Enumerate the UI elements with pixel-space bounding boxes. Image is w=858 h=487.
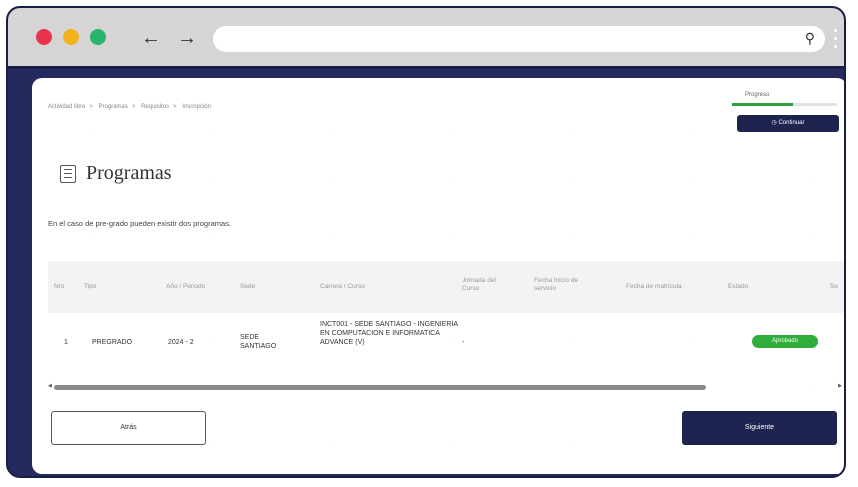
scroll-right-icon[interactable]: ▶ (838, 383, 842, 389)
page-content: Actividad libre > Programas > Requisitos > … (32, 78, 844, 474)
column-header: Año / Periodo (166, 283, 206, 290)
browser-toolbar: ← → ⚲ (8, 8, 844, 69)
maximize-window-dot[interactable] (90, 29, 106, 45)
breadcrumb-item[interactable]: Actividad libre (48, 104, 85, 110)
column-header: Nro (54, 283, 65, 290)
scroll-left-icon[interactable]: ◀ (48, 383, 52, 389)
column-header: Sede (240, 283, 256, 290)
status-badge: Aprobado (752, 335, 818, 348)
column-header: Fecha de matrícula (626, 283, 682, 290)
search-icon[interactable]: ⚲ (805, 30, 815, 47)
intro-text: En el caso de pre-grado pueden existir d… (48, 219, 232, 228)
cell-carrera: INCT001 - SEDE SANTIAGO - INGENIERIA EN … (320, 321, 458, 346)
column-header: Se (830, 283, 838, 290)
cell-nro: 1 (64, 339, 68, 346)
column-header: Jornada del Curso (462, 277, 496, 292)
table-header: Nro Tipo Año / Periodo Sede Carrera / Cu… (48, 261, 844, 313)
column-header: Carrera / Curso (320, 283, 365, 290)
breadcrumb-item[interactable]: Inscripción (182, 104, 211, 110)
progress-fill (732, 103, 793, 106)
browser-window: ← → ⚲ Actividad libre > Programas > Requis… (6, 6, 846, 478)
clock-icon: ◷ (771, 120, 777, 126)
table-row[interactable]: 1 PREGRADO 2024 - 2 SEDE SANTIAGO INCT00… (48, 316, 844, 374)
continue-button-label: Continuar (778, 120, 805, 126)
cell-periodo: 2024 - 2 (168, 339, 194, 346)
scrollbar-thumb[interactable] (54, 385, 706, 390)
cell-sede: SEDE SANTIAGO (240, 334, 277, 350)
breadcrumb: Actividad libre > Programas > Requisitos > … (48, 104, 211, 110)
address-bar[interactable]: ⚲ (213, 26, 825, 52)
continue-button[interactable]: ◷ Continuar (737, 115, 839, 132)
column-header: Tipo (84, 283, 97, 290)
cell-jornada: - (462, 339, 465, 346)
progress-bar (732, 103, 837, 106)
next-button[interactable]: Siguiente (682, 411, 837, 445)
title-row: Programas (60, 162, 172, 185)
horizontal-scrollbar[interactable]: ◀ ▶ (48, 383, 842, 390)
browser-menu-icon[interactable] (834, 24, 838, 54)
arrow-left-icon[interactable]: ← (140, 27, 162, 49)
progress-label: Progreso (745, 92, 770, 98)
minimize-window-dot[interactable] (63, 29, 79, 45)
column-header: Estado (728, 283, 749, 290)
breadcrumb-item[interactable]: Requisitos (141, 104, 169, 110)
cell-tipo: PREGRADO (92, 339, 133, 346)
page-title: Programas (86, 162, 172, 184)
list-document-icon (60, 164, 76, 183)
back-button[interactable]: Atrás (51, 411, 206, 445)
column-header: Fecha Inicio de servicio (534, 277, 579, 292)
breadcrumb-item[interactable]: Programas (99, 104, 128, 110)
arrow-right-icon[interactable]: → (176, 27, 198, 49)
close-window-dot[interactable] (36, 29, 52, 45)
